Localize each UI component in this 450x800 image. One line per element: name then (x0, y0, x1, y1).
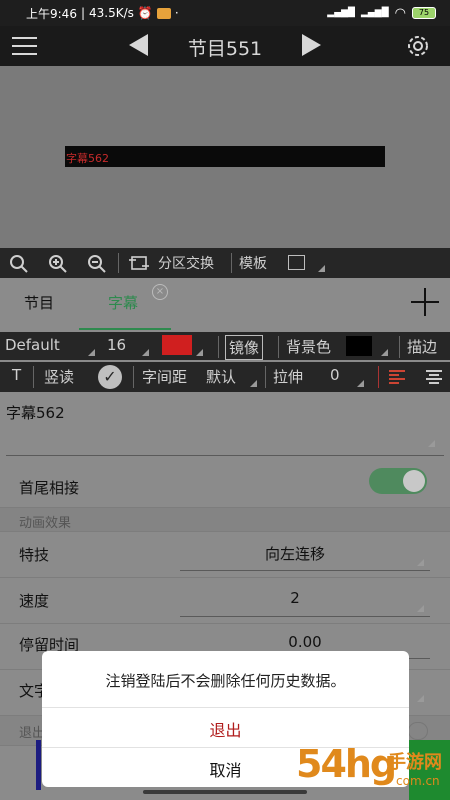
text-layout-row: T 竖读 ✓ 字间距 默认 拉伸 0 (0, 362, 450, 392)
speed-label: 速度 (19, 592, 50, 610)
stroke-button[interactable]: 描边 (407, 336, 437, 357)
confirm-exit-button[interactable]: 退出 (42, 717, 409, 741)
font-select[interactable]: Default (5, 336, 60, 354)
animation-section-label: 动画效果 (19, 516, 72, 531)
signal-icon: ▂▄▆█ (327, 8, 355, 18)
battery-icon: 75 (412, 7, 436, 19)
gear-icon[interactable] (404, 32, 432, 60)
edit-toolbar: 分区交换 模板 (0, 248, 450, 278)
pause-time-input[interactable]: 0.00 (190, 633, 420, 651)
char-spacing-label: 字间距 (142, 368, 188, 386)
status-dot: · (174, 6, 179, 20)
active-tab-indicator (79, 328, 171, 330)
mirror-button[interactable]: 镜像 (225, 335, 264, 360)
status-bar: 上午9:46 | 43.5K/s ⏰ · ▂▄▆█ ▂▄▆█ ◠ 75 (0, 0, 450, 26)
stretch-select[interactable]: 0 (330, 366, 340, 384)
effect-label: 特技 (19, 546, 50, 564)
background-color-label[interactable]: 背景色 (286, 336, 331, 357)
text-color-swatch[interactable] (162, 335, 192, 355)
dialog-message: 注销登陆后不会删除任何历史数据。 (105, 672, 346, 690)
font-size-select[interactable]: 16 (107, 336, 126, 354)
background-color-swatch[interactable] (346, 336, 372, 356)
text-style-row: Default 16 镜像 背景色 描边 (0, 332, 450, 360)
template-swatch[interactable] (288, 255, 305, 270)
align-center-icon[interactable] (426, 370, 442, 384)
head-tail-row: 首尾相接 (0, 462, 450, 508)
wifi-icon: ◠ (394, 5, 406, 21)
text-type-button[interactable]: T (12, 366, 21, 384)
head-tail-toggle[interactable] (369, 468, 427, 494)
subtitle-text-value[interactable]: 字幕562 (6, 402, 65, 423)
alarm-icon: ⏰ (137, 6, 153, 20)
next-program-icon[interactable] (302, 34, 321, 56)
zoom-in-icon[interactable] (48, 254, 68, 274)
animation-section-header: 动画效果 (0, 508, 450, 532)
site-watermark-logo: 54hg 手游网 com.cn (296, 742, 442, 788)
zoom-out-icon[interactable] (87, 254, 107, 274)
preview-subtitle-text: 字幕562 (66, 152, 109, 165)
tab-bar: 节目 字幕 × (0, 278, 450, 332)
bottom-accent-bar (36, 740, 41, 790)
vertical-read-label: 竖读 (44, 368, 75, 386)
tab-subtitle[interactable]: 字幕 (108, 292, 138, 313)
page-title: 节目551 (187, 38, 263, 60)
tab-program[interactable]: 节目 (24, 292, 54, 313)
gesture-navigation-bar[interactable] (143, 790, 307, 794)
char-spacing-select[interactable]: 默认 (206, 366, 236, 387)
close-tab-icon[interactable]: × (152, 284, 168, 300)
app-bar: 节目551 (0, 26, 450, 66)
speed-row: 速度 2 (0, 578, 450, 624)
vertical-read-checkbox[interactable]: ✓ (98, 365, 122, 389)
preview-led-bar[interactable] (65, 146, 385, 167)
template-button[interactable]: 模板 (239, 253, 267, 273)
subtitle-text-input[interactable]: 字幕562 (0, 392, 450, 462)
status-time: 上午9:46 (26, 6, 77, 21)
search-icon[interactable] (9, 254, 29, 274)
effect-select[interactable]: 向左连移 (180, 543, 410, 564)
swap-zones-icon[interactable] (128, 254, 150, 272)
hd-signal-icon: ▂▄▆█ (360, 8, 389, 18)
stretch-label: 拉伸 (273, 368, 304, 386)
effect-row: 特技 向左连移 (0, 532, 450, 578)
swap-zones-button[interactable]: 分区交换 (158, 253, 214, 273)
head-tail-label: 首尾相接 (19, 479, 80, 497)
notification-app-icon (156, 7, 171, 19)
speed-select[interactable]: 2 (180, 589, 410, 607)
status-net-speed: 43.5K/s (89, 6, 134, 20)
add-tab-icon[interactable] (411, 288, 439, 316)
align-left-icon[interactable] (389, 370, 405, 384)
